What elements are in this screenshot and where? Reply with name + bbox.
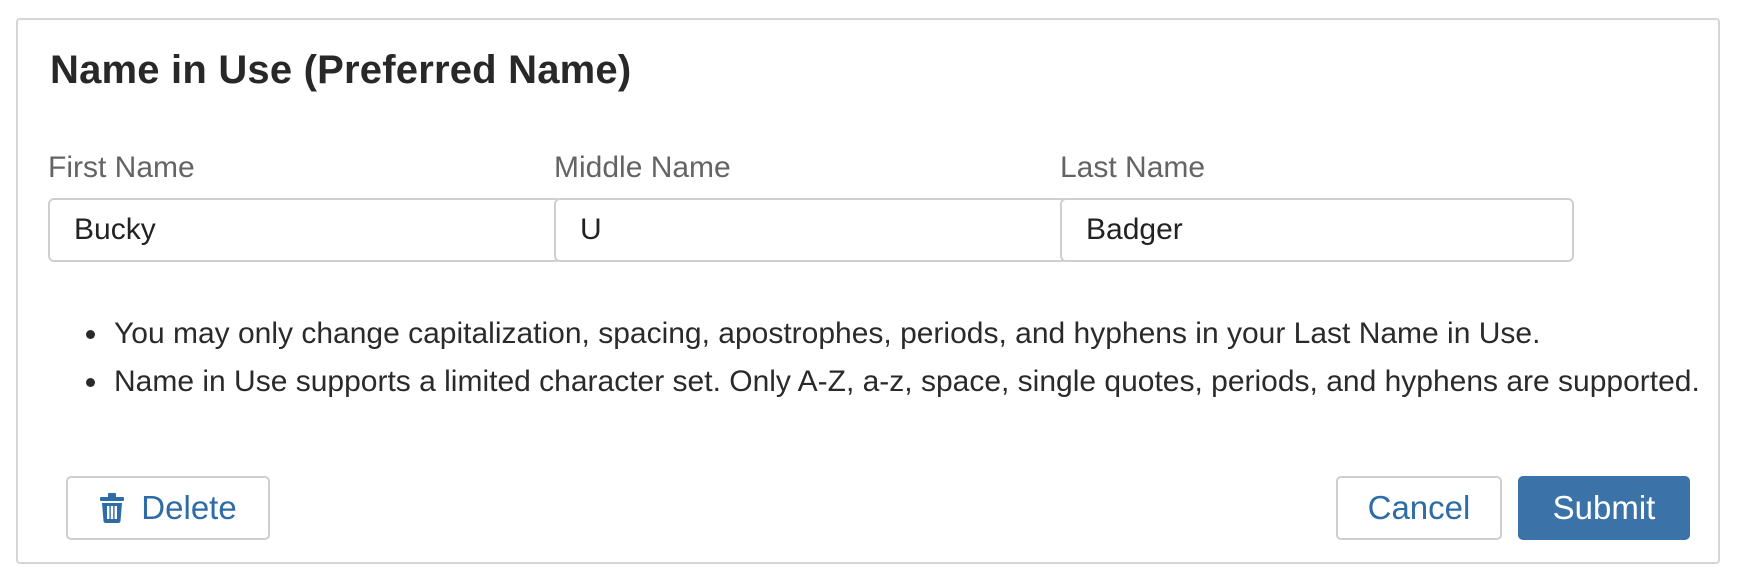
cancel-button[interactable]: Cancel	[1336, 476, 1502, 540]
delete-label: Delete	[141, 489, 237, 526]
name-rule-item: You may only change capitalization, spac…	[110, 310, 1710, 358]
last-name-label: Last Name	[1060, 151, 1206, 184]
last-name-field-group: Last Name	[1060, 150, 1574, 262]
middle-name-input[interactable]	[554, 198, 1068, 262]
middle-name-field-group: Middle Name	[554, 150, 1068, 262]
trash-icon	[99, 493, 125, 523]
middle-name-label: Middle Name	[554, 151, 731, 184]
first-name-label: First Name	[48, 151, 195, 184]
delete-button[interactable]: Delete	[66, 476, 270, 540]
section-title: Name in Use (Preferred Name)	[50, 48, 632, 92]
name-in-use-panel: Name in Use (Preferred Name) First Name …	[16, 18, 1720, 564]
submit-button[interactable]: Submit	[1518, 476, 1690, 540]
name-rule-item: Name in Use supports a limited character…	[110, 358, 1710, 406]
first-name-input[interactable]	[48, 198, 562, 262]
name-rules-list: You may only change capitalization, spac…	[66, 310, 1710, 406]
last-name-input[interactable]	[1060, 198, 1574, 262]
first-name-field-group: First Name	[48, 150, 562, 262]
